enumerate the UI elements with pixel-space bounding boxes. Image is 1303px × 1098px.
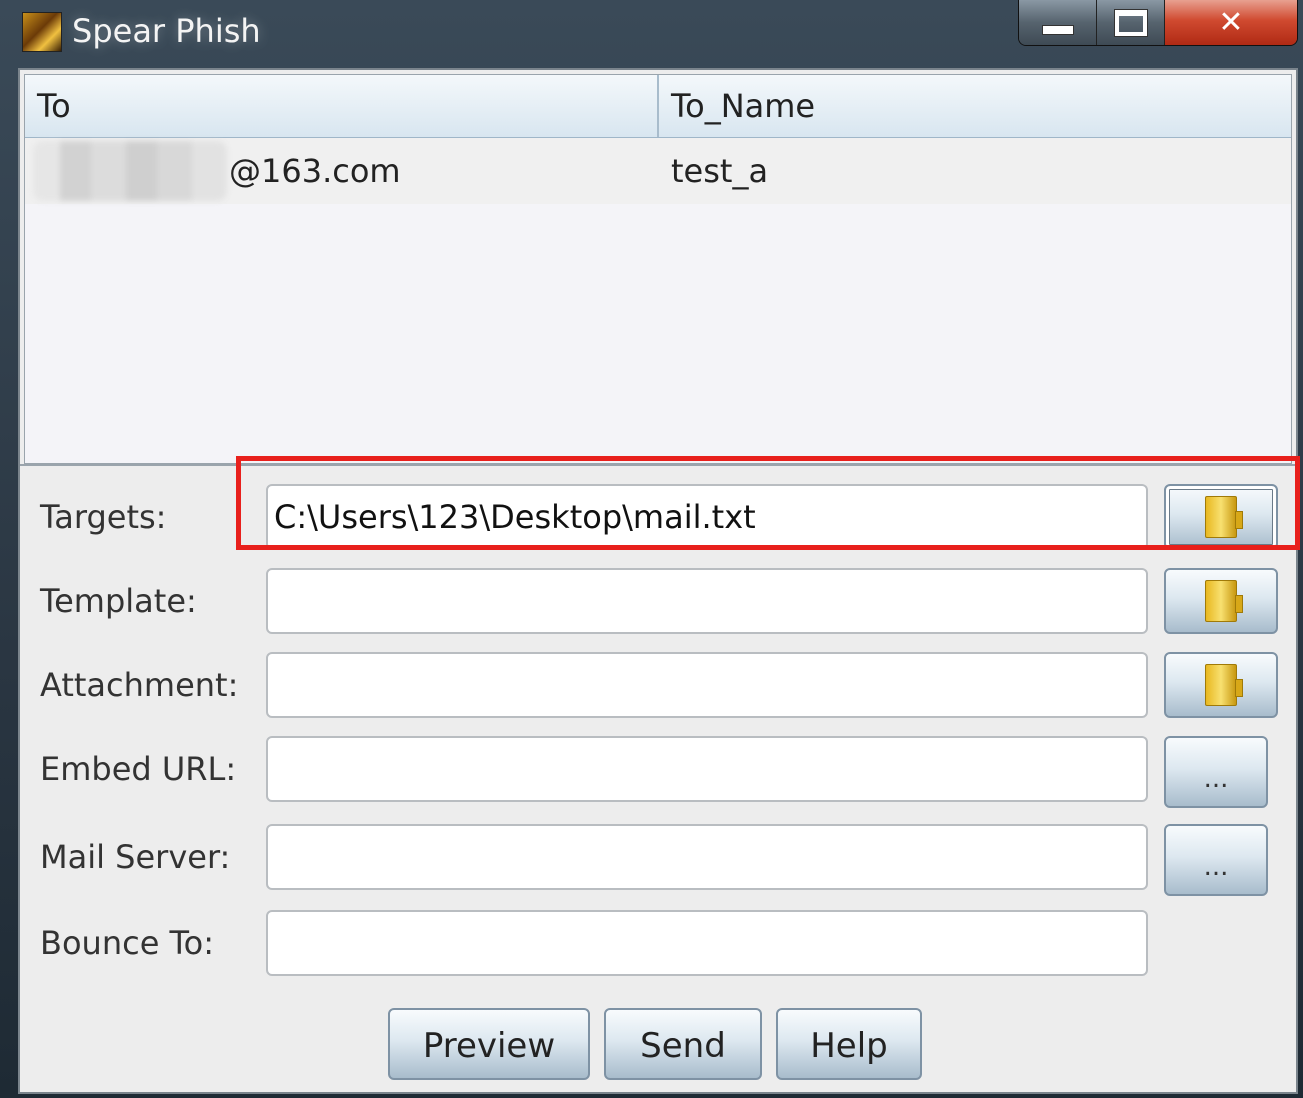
targets-row: Targets: C:\Users\123\Desktop\mail.txt	[20, 484, 1296, 550]
redacted-email-blur	[33, 141, 227, 201]
title-bar: Spear Phish ✕	[0, 0, 1303, 66]
maximize-icon	[1114, 9, 1147, 36]
close-button[interactable]: ✕	[1165, 0, 1297, 45]
embed-url-input[interactable]	[266, 736, 1148, 802]
column-header-to[interactable]: To	[25, 75, 659, 137]
targets-browse-button[interactable]	[1164, 484, 1278, 550]
maximize-button[interactable]	[1097, 0, 1165, 45]
table-header: To To_Name	[25, 75, 1291, 138]
targets-label: Targets:	[40, 498, 167, 536]
mail-server-label: Mail Server:	[40, 838, 231, 876]
column-header-to-name[interactable]: To_Name	[659, 75, 1291, 137]
cell-to-name: test_a	[671, 152, 769, 190]
embed-url-button[interactable]: ...	[1164, 736, 1268, 808]
cell-to: @163.com	[25, 138, 659, 204]
send-button[interactable]: Send	[604, 1008, 762, 1080]
template-row: Template:	[20, 568, 1296, 634]
template-label: Template:	[40, 582, 197, 620]
window-title: Spear Phish	[72, 12, 261, 50]
targets-input[interactable]: C:\Users\123\Desktop\mail.txt	[266, 484, 1148, 550]
dialog-body: To To_Name @163.com test_a Targets: C:\U…	[18, 68, 1298, 1094]
folder-icon	[1205, 664, 1243, 706]
template-browse-button[interactable]	[1164, 568, 1278, 634]
attachment-label: Attachment:	[40, 666, 239, 704]
close-icon: ✕	[1218, 5, 1244, 40]
bounce-to-input[interactable]	[266, 910, 1148, 976]
help-button[interactable]: Help	[776, 1008, 922, 1080]
attachment-browse-button[interactable]	[1164, 652, 1278, 718]
spear-phish-window: Spear Phish ✕ To To_Name @163.com test_a…	[0, 0, 1303, 1098]
attachment-input[interactable]	[266, 652, 1148, 718]
cell-to-text: @163.com	[229, 152, 401, 190]
embed-url-label: Embed URL:	[40, 750, 237, 788]
folder-icon	[1205, 580, 1243, 622]
table-row[interactable]: @163.com test_a	[25, 138, 1291, 204]
app-icon	[22, 12, 62, 52]
recipients-table[interactable]: To To_Name @163.com test_a	[24, 74, 1292, 464]
mail-server-button[interactable]: ...	[1164, 824, 1268, 896]
folder-icon	[1205, 496, 1243, 538]
minimize-icon	[1041, 24, 1074, 35]
window-controls: ✕	[1018, 0, 1298, 46]
attachment-row: Attachment:	[20, 652, 1296, 718]
bounce-to-row: Bounce To:	[20, 910, 1296, 976]
mail-server-input[interactable]	[266, 824, 1148, 890]
embed-url-row: Embed URL: ...	[20, 736, 1296, 808]
divider	[20, 464, 1296, 466]
mail-server-row: Mail Server: ...	[20, 824, 1296, 896]
template-input[interactable]	[266, 568, 1148, 634]
minimize-button[interactable]	[1019, 0, 1097, 45]
bounce-to-label: Bounce To:	[40, 924, 215, 962]
preview-button[interactable]: Preview	[388, 1008, 590, 1080]
